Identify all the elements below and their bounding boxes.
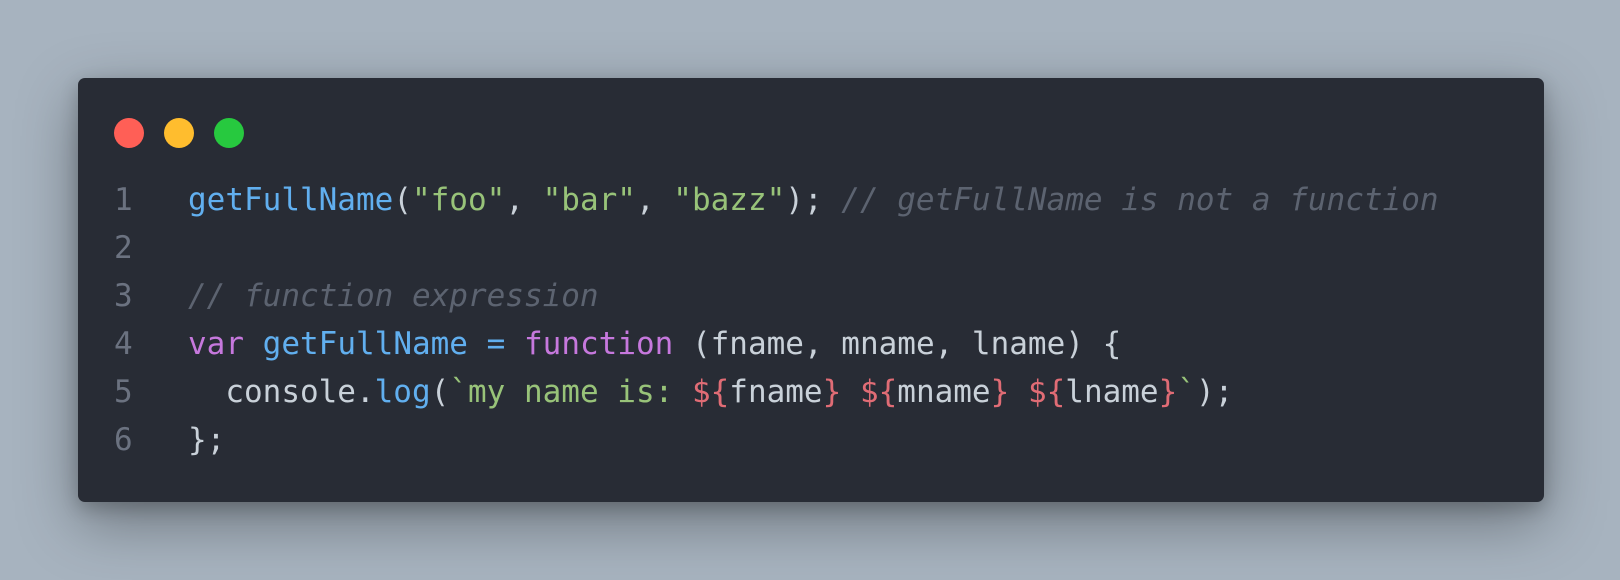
code-token: `	[1177, 374, 1196, 410]
code-line: 5 console.log(`my name is: ${fname} ${mn…	[78, 368, 1544, 416]
code-token: log	[374, 374, 431, 410]
line-number: 6	[114, 422, 133, 458]
code-token: // function expression	[188, 278, 599, 314]
code-token: `my name is:	[449, 374, 692, 410]
code-text: // function expression	[174, 272, 599, 320]
code-token: "bar"	[542, 182, 636, 218]
code-line: 1 getFullName("foo", "bar", "bazz"); // g…	[78, 176, 1544, 224]
code-token: console.	[188, 374, 375, 410]
code-token: "foo"	[411, 182, 506, 218]
code-token: (	[393, 182, 412, 218]
code-token: ${	[1027, 374, 1066, 410]
code-token: lname	[1065, 374, 1159, 410]
code-token: getFullName	[262, 326, 468, 362]
code-block: 1 getFullName("foo", "bar", "bazz"); // g…	[78, 176, 1544, 464]
code-line: 6};	[78, 416, 1544, 464]
code-token: }	[1158, 374, 1178, 410]
maximize-button-icon[interactable]	[214, 118, 244, 148]
code-line: 2	[78, 224, 1544, 272]
close-button-icon[interactable]	[114, 118, 144, 148]
code-line: 4 var getFullName = function (fname, mnam…	[78, 320, 1544, 368]
code-token: function	[524, 326, 674, 362]
code-token: getFullName	[188, 182, 394, 218]
code-token: };	[188, 422, 226, 458]
code-token: var	[188, 326, 244, 362]
code-line: 3 // function expression	[78, 272, 1544, 320]
code-token: =	[486, 326, 506, 362]
code-token: }	[990, 374, 1010, 410]
code-window: 1 getFullName("foo", "bar", "bazz"); // g…	[78, 78, 1544, 502]
line-number: 3	[114, 278, 133, 314]
code-token: fname	[729, 374, 823, 410]
code-token: }	[822, 374, 842, 410]
code-token: "bazz"	[673, 182, 786, 218]
code-token: ${	[691, 374, 730, 410]
code-token: );	[1195, 374, 1234, 410]
code-token: ,	[635, 182, 674, 218]
code-token: ,	[505, 182, 543, 218]
code-text: getFullName("foo", "bar", "bazz"); // ge…	[174, 176, 1439, 224]
code-token: ${	[859, 374, 898, 410]
minimize-button-icon[interactable]	[164, 118, 194, 148]
code-token: (	[430, 374, 450, 410]
code-text: };	[174, 416, 225, 464]
code-token: (fname, mname, lname) {	[673, 326, 1122, 362]
line-number: 4	[114, 326, 133, 362]
code-token: mname	[897, 374, 991, 410]
line-number: 2	[114, 230, 133, 266]
code-text: console.log(`my name is: ${fname} ${mnam…	[174, 368, 1233, 416]
line-number: 1	[114, 182, 133, 218]
line-number: 5	[114, 374, 133, 410]
code-token: // getFullName is not a function	[841, 182, 1439, 218]
code-token: );	[785, 182, 842, 218]
code-text: var getFullName = function (fname, mname…	[174, 320, 1121, 368]
window-controls	[114, 118, 244, 148]
